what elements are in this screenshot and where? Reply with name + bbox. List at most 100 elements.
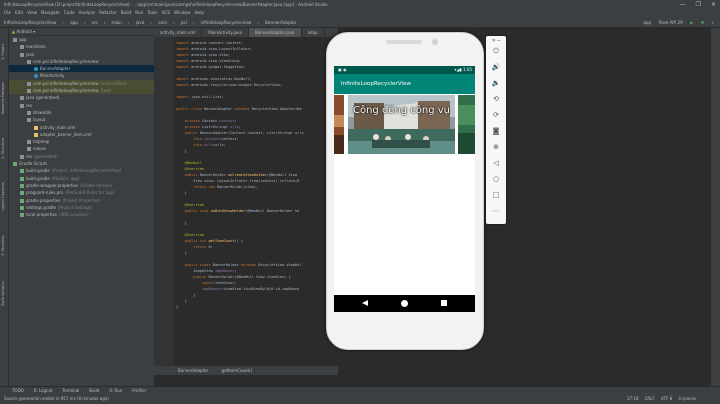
- rotate-left-icon[interactable]: ⟲: [491, 94, 501, 104]
- tree-item[interactable]: com.psl.infiniteloopRecyclerview (android…: [9, 79, 154, 88]
- rotate-right-icon[interactable]: ⟳: [491, 110, 501, 120]
- tree-item[interactable]: com.psl.infiniteloopRecyclerview: [9, 58, 154, 65]
- tree-item[interactable]: local.properties (SDK Location): [9, 211, 154, 218]
- tree-item[interactable]: values: [9, 145, 154, 152]
- tree-item[interactable]: gradle.properties (Project Properties): [9, 197, 154, 204]
- volume-up-icon[interactable]: 🔊: [491, 62, 501, 72]
- code-content[interactable]: import android.content.Context; import an…: [176, 40, 336, 310]
- tree-item[interactable]: drawable: [9, 109, 154, 116]
- minimize-button[interactable]: —: [680, 1, 686, 8]
- banner-next[interactable]: [458, 95, 475, 154]
- editor-tab[interactable]: activity_main.xml: [154, 28, 203, 37]
- status-indicator[interactable]: 4 spaces: [678, 396, 696, 401]
- back-icon[interactable]: ◁: [491, 158, 501, 168]
- breadcrumb-item[interactable]: app: [70, 20, 78, 25]
- left-tool-tab[interactable]: Build Variants: [1, 268, 8, 305]
- status-indicator[interactable]: 37:18: [627, 396, 639, 401]
- menu-item-navigate[interactable]: Navigate: [41, 10, 60, 15]
- tree-item[interactable]: gradle-wrapper.properties (Gradle Version…: [9, 182, 154, 189]
- zoom-in-icon[interactable]: ⊕: [491, 142, 501, 152]
- breadcrumb-item[interactable]: psl: [181, 20, 187, 25]
- status-indicator[interactable]: CRLF: [645, 396, 655, 401]
- close-icon[interactable]: ✕ ─: [491, 38, 501, 44]
- editor-tab[interactable]: BannerAdapter.java: [248, 28, 302, 37]
- tree-item[interactable]: res: [9, 102, 154, 109]
- menu-item-run[interactable]: Run: [135, 10, 143, 15]
- tree-item[interactable]: java: [9, 51, 154, 58]
- phone-screen[interactable]: ▣ ◉ ▾◢▮ 1:05 InfiniteLoopRecyclerView Cộ…: [334, 66, 475, 312]
- menu-item-refactor[interactable]: Refactor: [99, 10, 117, 15]
- breadcrumb-item[interactable]: com: [158, 20, 167, 25]
- tree-item[interactable]: settings.gradle (Project Settings): [9, 204, 154, 211]
- code-token: androidx.recyclerview.widget.RecyclerVie…: [191, 83, 283, 87]
- left-tool-tab[interactable]: 2: Structure: [1, 126, 8, 159]
- editor-tab[interactable]: adap: [302, 28, 325, 37]
- tool-window-tab[interactable]: 4: Run: [109, 388, 122, 393]
- tree-item[interactable]: build.gradle (Module: app): [9, 175, 154, 182]
- tree-item[interactable]: res (generated): [9, 153, 154, 160]
- left-tool-tab[interactable]: 1: Project: [1, 32, 8, 61]
- tree-item[interactable]: layout: [9, 116, 154, 123]
- tree-item[interactable]: BannerAdapter: [9, 65, 154, 73]
- power-icon[interactable]: ⏻: [491, 46, 501, 56]
- editor-tab[interactable]: MainActivity.java: [202, 28, 249, 37]
- tree-item[interactable]: proguard-rules.pro (ProGuard Rules for ap…: [9, 189, 154, 196]
- close-button[interactable]: ✕: [711, 1, 716, 8]
- breadcrumb-method[interactable]: getItemCount(): [222, 368, 253, 373]
- tree-item[interactable]: com.psl.infiniteloopRecyclerview (test): [9, 87, 154, 95]
- tool-window-tab[interactable]: Build: [89, 388, 99, 393]
- tree-item[interactable]: MainActivity: [9, 72, 154, 79]
- menu-item-view[interactable]: View: [27, 10, 37, 15]
- menu-item-edit[interactable]: Edit: [15, 10, 23, 15]
- tree-item[interactable]: build.gradle (Project: InfiniteLoopRecycl…: [9, 167, 154, 174]
- tree-item[interactable]: activity_main.xml: [9, 124, 154, 131]
- breadcrumb-item[interactable]: BannerAdapter: [265, 20, 297, 25]
- tree-item[interactable]: manifests: [9, 43, 154, 50]
- menu-item-code[interactable]: Code: [64, 10, 75, 15]
- left-tool-tab[interactable]: 2: Favorites: [1, 223, 8, 256]
- camera-icon[interactable]: ◙: [491, 126, 501, 136]
- banner-image[interactable]: Cộng đồng công vụ: [348, 95, 455, 154]
- tool-window-tab[interactable]: Profiler: [132, 388, 146, 393]
- search-icon[interactable]: ⌕: [712, 20, 714, 25]
- overview-icon[interactable]: [441, 300, 447, 306]
- home-icon[interactable]: [401, 300, 408, 307]
- menu-item-vcs[interactable]: VCS: [162, 10, 170, 15]
- overview-icon[interactable]: □: [491, 190, 501, 200]
- tool-window-tab[interactable]: TODO: [12, 388, 24, 393]
- project-view-selector[interactable]: ▲ Android ▾: [9, 28, 154, 36]
- breadcrumb-item[interactable]: main: [111, 20, 121, 25]
- device-select[interactable]: Pixel API 29: [659, 20, 683, 25]
- menu-item-build[interactable]: Build: [121, 10, 132, 15]
- menu-item-window[interactable]: Window: [174, 10, 191, 15]
- breadcrumb-item[interactable]: InfiniteLoopRecyclerView: [4, 20, 56, 25]
- breadcrumb-class[interactable]: BannerAdapter: [178, 368, 208, 373]
- menu-item-tools[interactable]: Tools: [147, 10, 157, 15]
- menu-item-help[interactable]: Help: [195, 10, 205, 15]
- maximize-button[interactable]: ❐: [696, 1, 701, 8]
- status-indicator[interactable]: UTF-8: [661, 396, 673, 401]
- tool-window-tab[interactable]: Terminal: [62, 388, 79, 393]
- banner-prev[interactable]: [334, 95, 344, 154]
- volume-down-icon[interactable]: 🔉: [491, 78, 501, 88]
- menu-item-analyze[interactable]: Analyze: [79, 10, 96, 15]
- tree-item-label: build.gradle: [26, 168, 50, 174]
- breadcrumb-item[interactable]: java: [136, 20, 145, 25]
- tool-window-tab[interactable]: 6: Logcat: [34, 388, 53, 393]
- breadcrumb-item[interactable]: src: [92, 20, 98, 25]
- left-tool-tab[interactable]: Resource Manager: [1, 72, 8, 115]
- left-tool-tab[interactable]: Layout Captures: [1, 171, 8, 211]
- home-icon[interactable]: ○: [491, 174, 501, 184]
- menu-item-file[interactable]: File: [4, 10, 11, 15]
- debug-icon[interactable]: ✱: [701, 20, 705, 25]
- breadcrumb-item[interactable]: infiniteloopRecyclerview: [200, 20, 251, 25]
- tree-item[interactable]: adapter_banner_item.xml: [9, 131, 154, 138]
- tree-item[interactable]: Gradle Scripts: [9, 160, 154, 167]
- back-icon[interactable]: [362, 300, 368, 306]
- tree-item[interactable]: mipmap: [9, 138, 154, 145]
- tree-item[interactable]: java (generated): [9, 94, 154, 101]
- more-icon[interactable]: ⋯: [491, 206, 501, 216]
- config-select[interactable]: app: [643, 20, 651, 25]
- run-icon[interactable]: ▶: [690, 20, 693, 25]
- tree-item[interactable]: app: [9, 36, 154, 43]
